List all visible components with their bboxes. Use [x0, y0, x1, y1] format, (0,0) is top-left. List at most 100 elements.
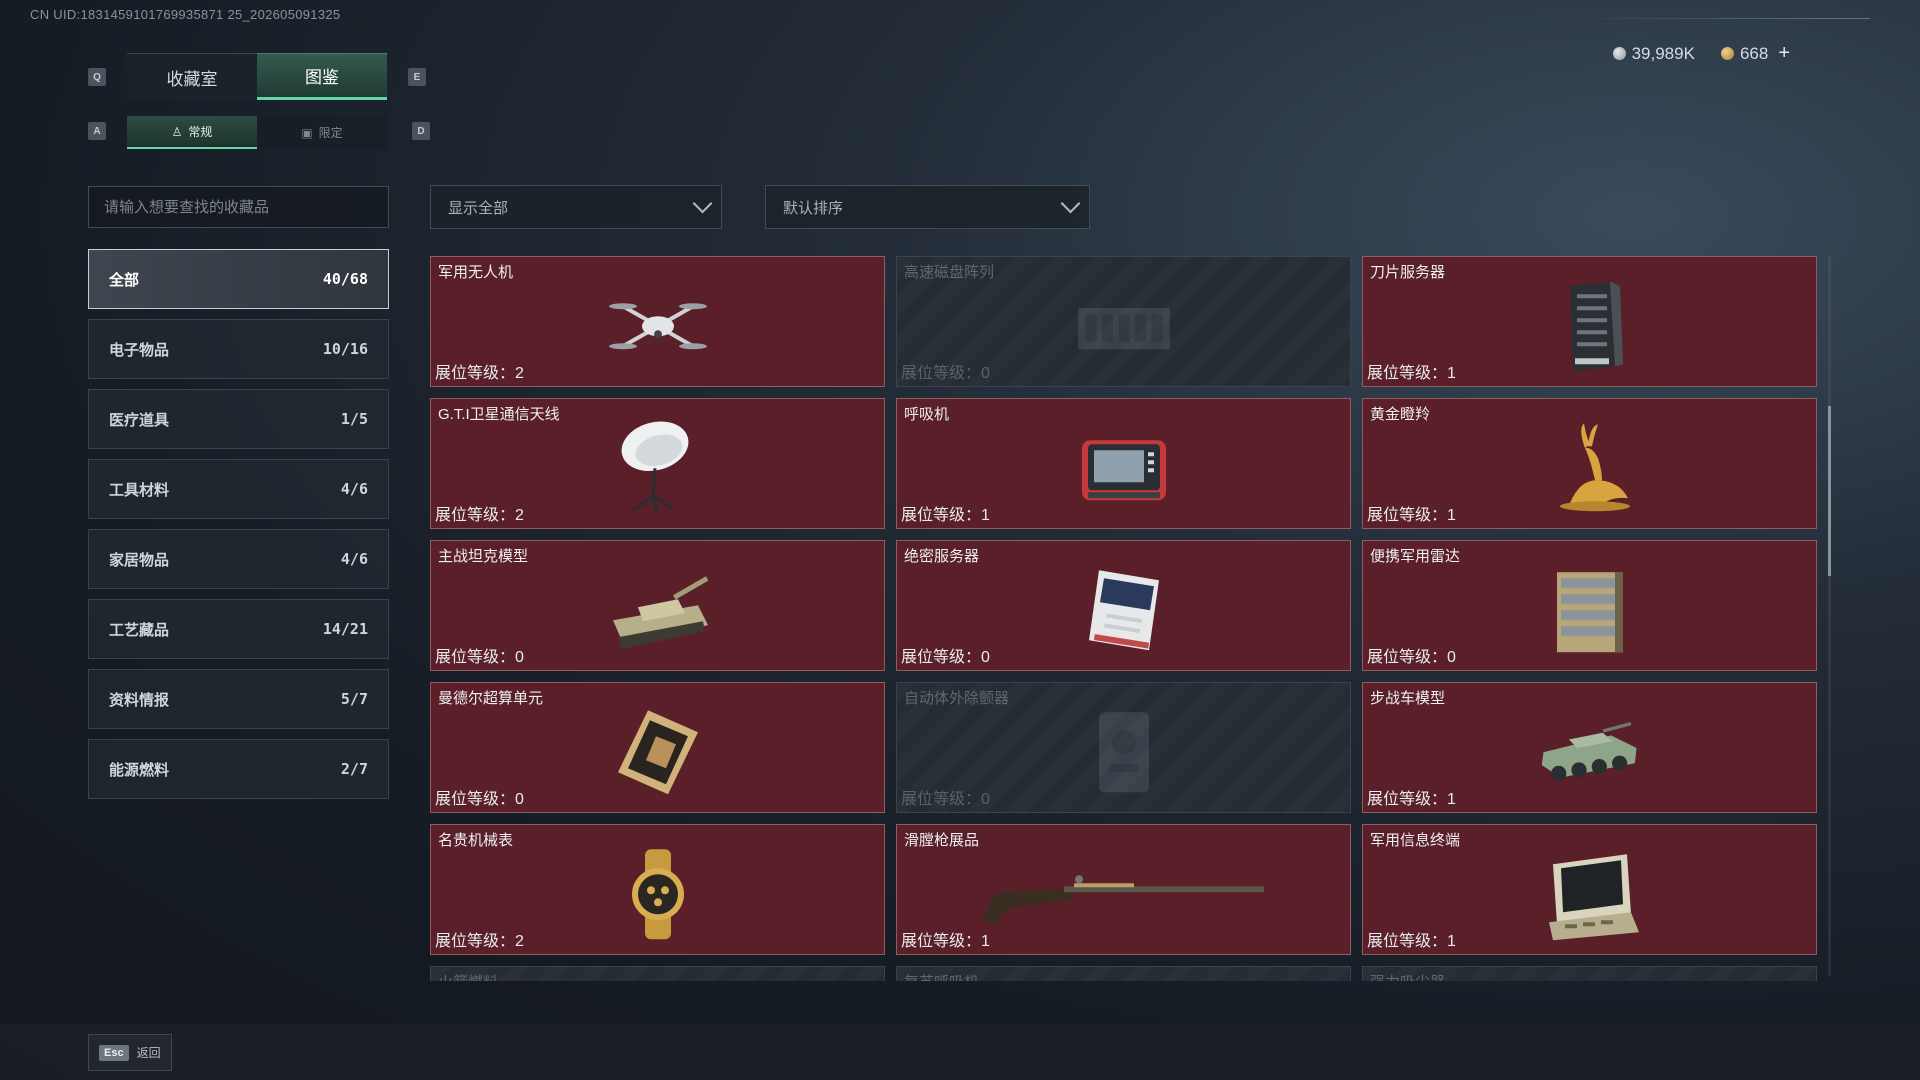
gold-currency: 668 +: [1720, 42, 1790, 65]
chevron-down-icon: [692, 193, 713, 214]
category-electronics[interactable]: 电子物品 10/16: [88, 319, 389, 379]
level-prefix: 展位等级：: [901, 933, 982, 950]
back-label: 返回: [136, 1046, 161, 1060]
defibrillator-icon: [1069, 705, 1179, 800]
level-value: 0: [981, 791, 990, 808]
gold-amount: 668: [1739, 43, 1769, 63]
item-name: 火箭燃料: [438, 971, 498, 981]
collection-item-card[interactable]: 军用无人机 展位等级：2: [430, 256, 885, 387]
category-count: 10/16: [322, 340, 368, 358]
terminal-icon: [1535, 847, 1645, 942]
level-prefix: 展位等级：: [435, 933, 516, 950]
scroll-thumb[interactable]: [1828, 406, 1831, 576]
tab-collection-room[interactable]: 收藏室: [127, 53, 257, 100]
item-name: 黄金瞪羚: [1370, 406, 1431, 423]
level-value: 0: [981, 365, 990, 382]
sub-tabs: ♙ 常规 ▣ 限定: [127, 116, 387, 149]
category-medical[interactable]: 医疗道具 1/5: [88, 389, 389, 449]
level-prefix: 展位等级：: [435, 791, 516, 808]
item-display-level: 展位等级：1: [1367, 501, 1456, 525]
collection-item-card[interactable]: 名贵机械表 展位等级：2: [430, 824, 885, 955]
sub-tab-regular-label: 常规: [188, 125, 213, 139]
category-label: 全部: [109, 271, 140, 289]
category-household[interactable]: 家居物品 4/6: [88, 529, 389, 589]
cpu-icon: [603, 705, 713, 800]
level-value: 1: [1447, 791, 1456, 808]
item-name: 呼吸机: [904, 406, 950, 423]
sub-tab-regular[interactable]: ♙ 常规: [127, 116, 257, 149]
category-all[interactable]: 全部 40/68: [88, 249, 389, 309]
category-label: 资料情报: [109, 691, 170, 709]
category-intel[interactable]: 资料情报 5/7: [88, 669, 389, 729]
level-prefix: 展位等级：: [435, 507, 516, 524]
back-button[interactable]: Esc 返回: [88, 1034, 172, 1071]
category-count: 5/7: [340, 690, 368, 708]
category-tools[interactable]: 工具材料 4/6: [88, 459, 389, 519]
level-prefix: 展位等级：: [901, 791, 982, 808]
item-display-level: 展位等级：0: [901, 643, 990, 667]
collection-item-card[interactable]: 刀片服务器 展位等级：1: [1362, 256, 1817, 387]
esc-key-hint: Esc: [99, 1044, 129, 1061]
item-name: 滑膛枪展品: [904, 832, 980, 849]
currency-bar: 39,989K 668 +: [1612, 42, 1790, 65]
gold-gazelle-icon: [1535, 421, 1645, 516]
silver-coin-icon: [1612, 47, 1626, 60]
server-icon: [1535, 279, 1645, 374]
add-currency-button[interactable]: +: [1778, 42, 1790, 65]
level-value: 1: [981, 507, 990, 524]
filter-dropdown[interactable]: 显示全部: [430, 185, 722, 229]
level-value: 1: [981, 933, 990, 950]
level-prefix: 展位等级：: [1367, 933, 1448, 950]
ventilator-icon: [1069, 421, 1179, 516]
collection-item-card[interactable]: 强力吸尘器: [1362, 966, 1817, 981]
level-value: 1: [1447, 507, 1456, 524]
collection-item-card[interactable]: 自动体外除颤器 展位等级：0: [896, 682, 1351, 813]
level-value: 0: [981, 649, 990, 666]
category-fuel[interactable]: 能源燃料 2/7: [88, 739, 389, 799]
collection-item-card[interactable]: 军用信息终端 展位等级：1: [1362, 824, 1817, 955]
sort-dropdown-value: 默认排序: [783, 199, 844, 217]
item-name: 高速磁盘阵列: [904, 264, 995, 281]
a-key-hint: A: [88, 122, 106, 140]
collection-item-card[interactable]: 绝密服务器展位等级：0: [896, 540, 1351, 671]
collection-item-card[interactable]: 滑膛枪展品展位等级：1: [896, 824, 1351, 955]
category-count: 1/5: [340, 410, 368, 428]
collection-item-card[interactable]: 便携军用雷达 展位等级：0: [1362, 540, 1817, 671]
sub-tab-limited[interactable]: ▣ 限定: [257, 116, 387, 149]
item-display-level: 展位等级：1: [901, 501, 990, 525]
collection-item-card[interactable]: 高速磁盘阵列 展位等级：0: [896, 256, 1351, 387]
collection-item-card[interactable]: 主战坦克模型展位等级：0: [430, 540, 885, 671]
level-prefix: 展位等级：: [901, 649, 982, 666]
watch-icon: [603, 847, 713, 942]
collection-item-card[interactable]: 步战车模型 展位等级：1: [1362, 682, 1817, 813]
category-label: 家居物品: [109, 551, 170, 569]
search-input[interactable]: [104, 198, 373, 216]
item-display-level: 展位等级：1: [1367, 359, 1456, 383]
item-display-level: 展位等级：0: [435, 643, 524, 667]
collection-item-card[interactable]: 呼吸机展位等级：1: [896, 398, 1351, 529]
level-prefix: 展位等级：: [435, 365, 516, 382]
category-crafts[interactable]: 工艺藏品 14/21: [88, 599, 389, 659]
collection-item-card[interactable]: 火箭燃料: [430, 966, 885, 981]
item-display-level: 展位等级：2: [435, 359, 524, 383]
tab-catalog[interactable]: 图鉴: [257, 53, 387, 100]
level-value: 2: [515, 507, 524, 524]
category-label: 工艺藏品: [109, 621, 170, 639]
category-count: 14/21: [322, 620, 368, 638]
collection-item-card[interactable]: 复苏呼吸机: [896, 966, 1351, 981]
collection-item-card[interactable]: 黄金瞪羚展位等级：1: [1362, 398, 1817, 529]
item-display-level: 展位等级：0: [1367, 643, 1456, 667]
silver-amount: 39,989K: [1631, 43, 1695, 63]
item-name: 主战坦克模型: [438, 548, 529, 565]
sort-dropdown[interactable]: 默认排序: [765, 185, 1090, 229]
grid-scrollbar[interactable]: [1828, 256, 1831, 976]
category-label: 工具材料: [109, 481, 170, 499]
collection-item-card[interactable]: 曼德尔超算单元 展位等级：0: [430, 682, 885, 813]
radar-icon: [1535, 563, 1645, 658]
item-display-level: 展位等级：2: [435, 501, 524, 525]
collection-item-card[interactable]: G.T.I卫星通信天线 展位等级：2: [430, 398, 885, 529]
disk-array-icon: [1069, 279, 1179, 374]
item-name: 绝密服务器: [904, 548, 980, 565]
musket-icon: [979, 847, 1269, 942]
tank-icon: [603, 563, 713, 658]
